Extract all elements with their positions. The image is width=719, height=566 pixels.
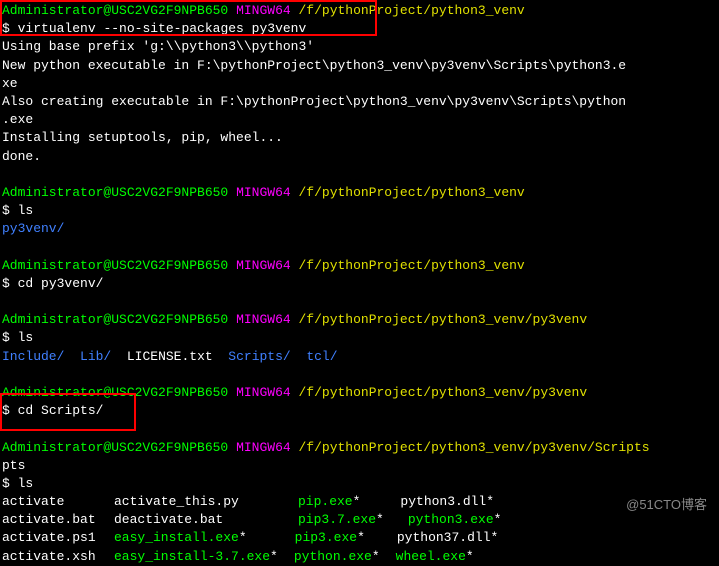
watermark: @51CTO博客 (626, 496, 707, 514)
file-row: activateactivate_this.pypip.exe*python3.… (2, 493, 717, 511)
output-line: Installing setuptools, pip, wheel... (2, 129, 717, 147)
output-line: Using base prefix 'g:\\python3\\python3' (2, 38, 717, 56)
ls-cmd: ls (18, 203, 34, 218)
output-line: New python executable in F:\pythonProjec… (2, 57, 717, 75)
output-line: .exe (2, 111, 717, 129)
command-line: $ ls (2, 475, 717, 493)
command-line: $ ls (2, 329, 717, 347)
highlight-box (0, 393, 136, 431)
file-row: activate.xsheasy_install-3.7.exe*python.… (2, 548, 717, 566)
highlight-box (0, 0, 377, 36)
dir-py3venv: py3venv/ (2, 221, 64, 236)
file-row: activate.batdeactivate.batpip3.7.exe*pyt… (2, 511, 717, 529)
prompt-line: Administrator@USC2VG2F9NPB650 MINGW64 /f… (2, 184, 717, 202)
ls-output: Include/ Lib/ LICENSE.txt Scripts/ tcl/ (2, 348, 717, 366)
ls-output: py3venv/ (2, 220, 717, 238)
output-line: xe (2, 75, 717, 93)
output-line: Also creating executable in F:\pythonPro… (2, 93, 717, 111)
blank-line (2, 366, 717, 384)
prompt-line: Administrator@USC2VG2F9NPB650 MINGW64 /f… (2, 257, 717, 275)
command-line: $ cd py3venv/ (2, 275, 717, 293)
blank-line (2, 166, 717, 184)
blank-line (2, 293, 717, 311)
prompt-line: Administrator@USC2VG2F9NPB650 MINGW64 /f… (2, 439, 717, 457)
file-row: activate.ps1easy_install.exe*pip3.exe*py… (2, 529, 717, 547)
blank-line (2, 238, 717, 256)
terminal[interactable]: Administrator@USC2VG2F9NPB650 MINGW64 /f… (2, 2, 717, 566)
cd-cmd: cd py3venv/ (18, 276, 104, 291)
output-line: pts (2, 457, 717, 475)
prompt-line: Administrator@USC2VG2F9NPB650 MINGW64 /f… (2, 311, 717, 329)
command-line: $ ls (2, 202, 717, 220)
output-line: done. (2, 148, 717, 166)
